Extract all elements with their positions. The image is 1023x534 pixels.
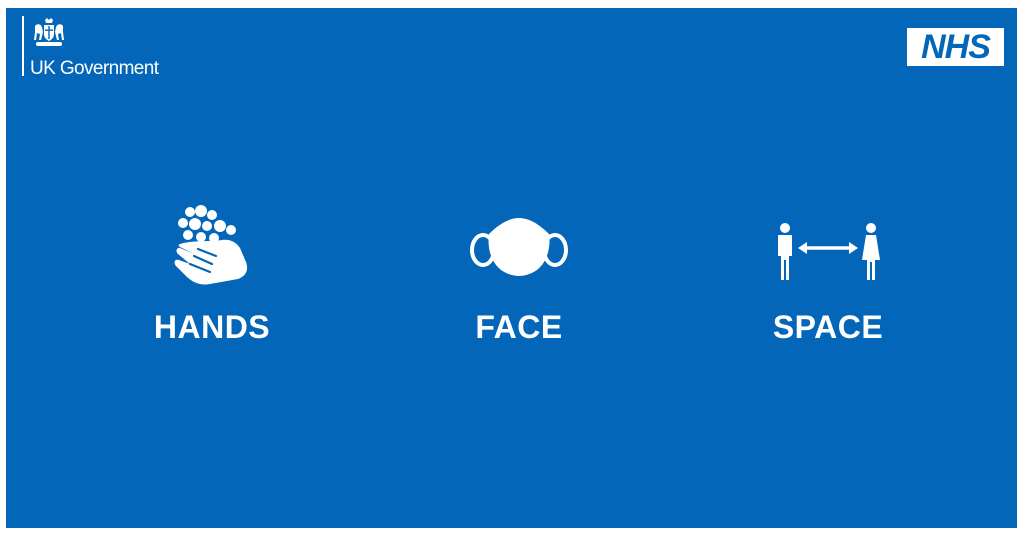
nhs-logo: NHS xyxy=(907,28,1004,66)
space-item: SPACE xyxy=(728,204,928,354)
social-distance-icon xyxy=(778,223,880,280)
face-icon-wrap xyxy=(419,204,619,286)
poster: UK Government NHS HANDS FACE SPACE xyxy=(6,8,1017,528)
uk-government-text: UK Government xyxy=(30,58,159,79)
hands-item: HANDS xyxy=(112,204,312,354)
hands-icon-wrap xyxy=(112,204,312,286)
royal-coat-of-arms-icon xyxy=(34,18,64,46)
hands-label: HANDS xyxy=(153,309,271,345)
face-item: FACE xyxy=(419,204,619,354)
logo-divider xyxy=(22,16,24,76)
face-mask-icon xyxy=(470,218,568,276)
hand-washing-icon xyxy=(174,205,248,285)
uk-government-logo: UK Government xyxy=(22,16,212,79)
nhs-logo-text: NHS xyxy=(921,28,991,66)
space-label: SPACE xyxy=(772,309,884,345)
space-icon-wrap xyxy=(728,204,928,286)
face-label: FACE xyxy=(475,309,563,345)
